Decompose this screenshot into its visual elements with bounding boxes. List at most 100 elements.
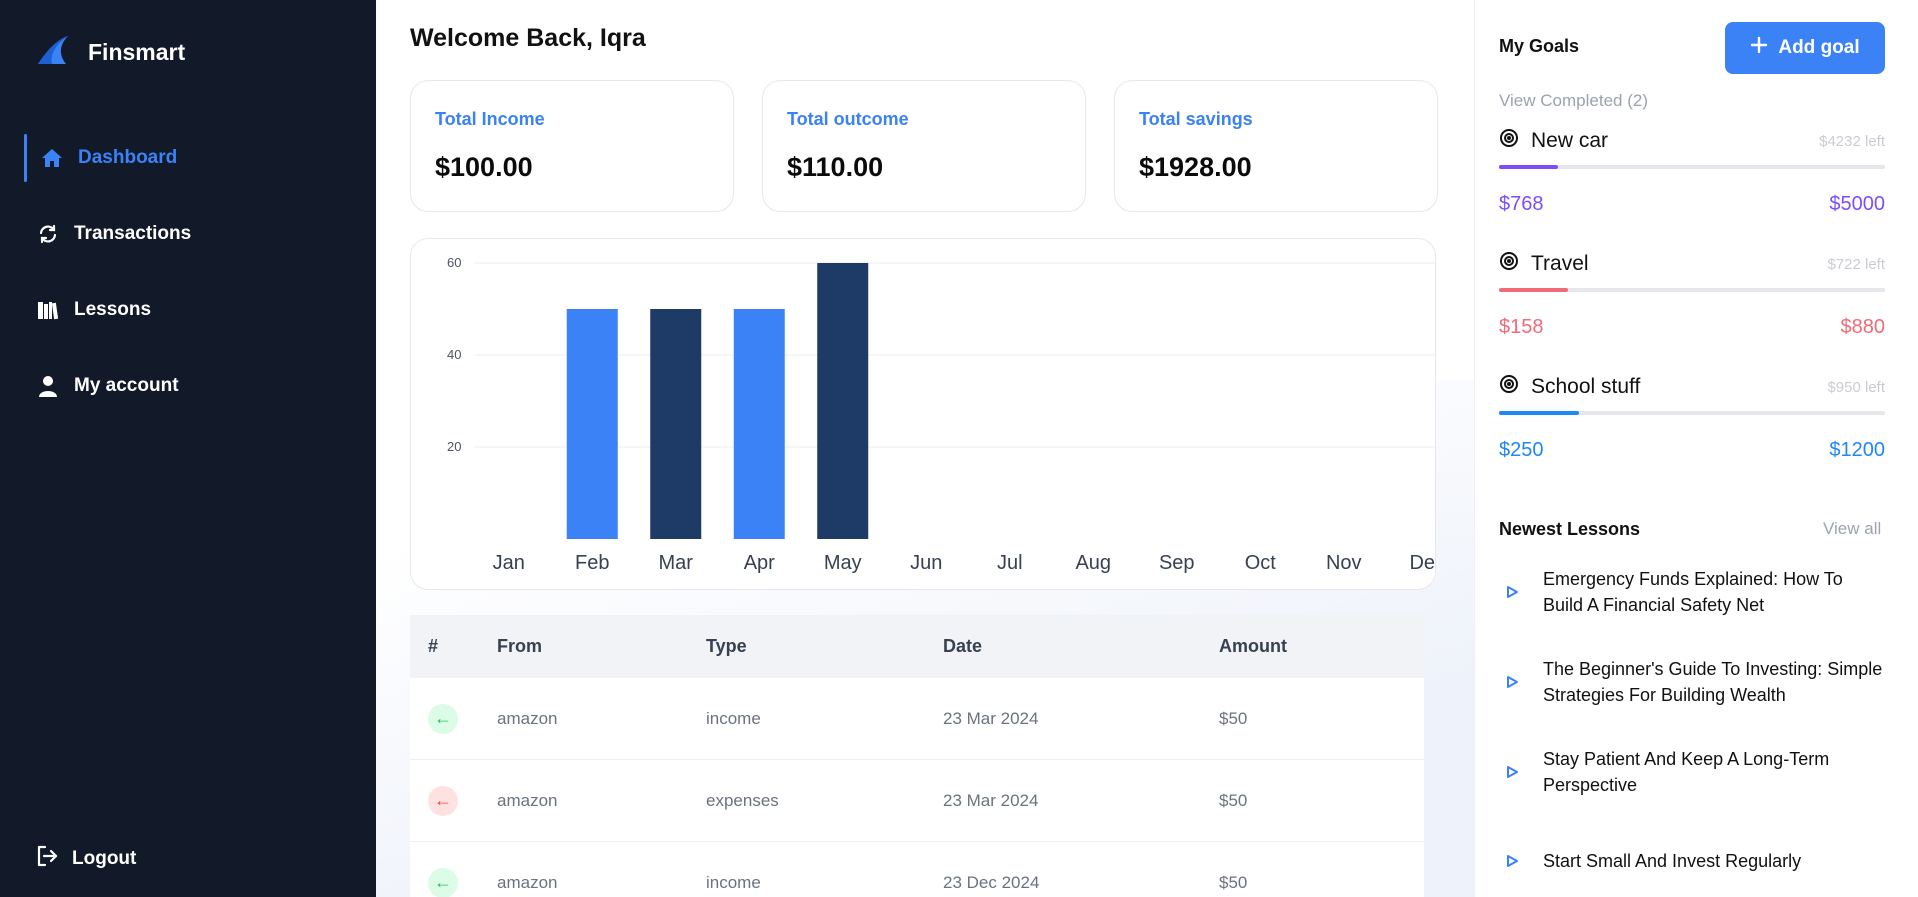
lessons-title: Newest Lessons <box>1499 519 1641 539</box>
chart-bar[interactable] <box>733 309 785 539</box>
sidebar-item-label: Transactions <box>74 223 192 244</box>
y-tick-label: 20 <box>447 439 461 454</box>
goal-progress-fill <box>1499 411 1580 415</box>
lesson-title: Stay Patient And Keep A Long-Term Perspe… <box>1543 749 1830 795</box>
cell-amount: $50 <box>1219 708 1248 728</box>
fin-logo-icon <box>36 34 70 71</box>
goal-current: $250 <box>1499 439 1544 461</box>
cell-from: amazon <box>497 872 558 892</box>
goal-target: $880 <box>1840 316 1886 338</box>
arrow-left-icon: ← <box>428 867 458 897</box>
sidebar-item-lessons[interactable]: Lessons <box>0 286 376 334</box>
table-row[interactable]: ← amazon expenses 23 Mar 2024 $50 <box>410 760 1424 842</box>
target-icon <box>1499 128 1519 154</box>
cell-date: 23 Mar 2024 <box>943 790 1039 810</box>
logout-icon <box>36 845 58 873</box>
goal-name: Travel <box>1531 252 1589 275</box>
total-income-card: Total Income $100.00 <box>410 80 734 212</box>
goal-travel[interactable]: Travel $722 left $158 $880 <box>1499 250 1885 339</box>
cell-type: income <box>706 872 761 892</box>
summary-cards: Total Income $100.00 Total outcome $110.… <box>410 80 1438 212</box>
header-type: Type <box>706 636 747 656</box>
add-goal-button[interactable]: Add goal <box>1725 22 1885 74</box>
x-tick-label: Nov <box>1326 552 1362 574</box>
sidebar-item-label: Dashboard <box>78 147 178 168</box>
view-completed-link[interactable]: View Completed (2) <box>1499 91 1648 111</box>
sidebar-nav: Dashboard Transactions Lessons My accoun… <box>0 134 376 438</box>
x-tick-label: Apr <box>744 552 775 574</box>
chart-bar[interactable] <box>566 309 618 539</box>
table-row[interactable]: ← amazon income 23 Mar 2024 $50 <box>410 678 1424 760</box>
user-icon <box>36 374 60 398</box>
monthly-chart: 20 40 60 Jan Feb Mar Apr May Jun Jul Aug Sep Oct Nov D… <box>410 238 1436 590</box>
add-goal-label: Add goal <box>1778 37 1860 58</box>
goal-progress-fill <box>1499 288 1569 292</box>
cell-from: amazon <box>497 708 558 728</box>
table-row[interactable]: ← amazon income 23 Dec 2024 $50 <box>410 842 1424 897</box>
card-value: $1928.00 <box>1139 152 1252 182</box>
logout-label: Logout <box>72 848 137 869</box>
goal-progress-bar <box>1499 288 1885 292</box>
goal-target: $1200 <box>1829 439 1885 461</box>
goal-remaining: $4232 left <box>1819 132 1885 150</box>
x-tick-label: Jul <box>997 552 1023 574</box>
logout-button[interactable]: Logout <box>36 845 136 873</box>
play-icon <box>1499 585 1533 599</box>
view-all-link[interactable]: View all <box>1823 519 1881 539</box>
card-value: $100.00 <box>435 152 533 182</box>
goal-name: New car <box>1531 129 1609 152</box>
x-tick-label: May <box>824 552 862 574</box>
lesson-item[interactable]: The Beginner's Guide To Investing: Simpl… <box>1499 656 1899 708</box>
cell-amount: $50 <box>1219 790 1248 810</box>
transactions-table: # From Type Date Amount ← amazon income … <box>410 615 1424 897</box>
brand[interactable]: Finsmart <box>36 34 185 71</box>
x-tick-label: Jan <box>493 552 525 574</box>
sidebar-item-transactions[interactable]: Transactions <box>0 210 376 258</box>
play-icon <box>1499 854 1533 868</box>
goal-school-stuff[interactable]: School stuff $950 left $250 $1200 <box>1499 373 1885 462</box>
x-tick-label: Oct <box>1245 552 1277 574</box>
lesson-title: Emergency Funds Explained: How To Build … <box>1543 569 1843 615</box>
lesson-item[interactable]: Emergency Funds Explained: How To Build … <box>1499 566 1899 618</box>
lesson-item[interactable]: Start Small And Invest Regularly <box>1499 848 1899 874</box>
goal-remaining: $950 left <box>1827 378 1885 396</box>
table-header: # From Type Date Amount <box>410 615 1424 678</box>
sidebar-item-my-account[interactable]: My account <box>0 362 376 410</box>
header-index: # <box>428 636 439 656</box>
header-date: Date <box>943 636 983 656</box>
x-tick-label: Mar <box>659 552 694 574</box>
goal-current: $158 <box>1499 316 1544 338</box>
sidebar: Finsmart Dashboard Transactions Lessons … <box>0 0 376 897</box>
home-icon <box>40 146 64 170</box>
x-tick-label: Sep <box>1159 552 1195 574</box>
goal-target: $5000 <box>1829 193 1885 215</box>
cell-from: amazon <box>497 790 558 810</box>
goal-progress-bar <box>1499 165 1885 169</box>
goal-new-car[interactable]: New car $4232 left $768 $5000 <box>1499 127 1885 216</box>
sidebar-item-label: My account <box>74 375 179 396</box>
welcome-heading: Welcome Back, Iqra <box>410 24 646 52</box>
goal-remaining: $722 left <box>1827 255 1885 273</box>
cell-amount: $50 <box>1219 872 1248 892</box>
y-tick-label: 40 <box>447 347 461 362</box>
x-tick-label: Jun <box>910 552 942 574</box>
chart-bar[interactable] <box>650 309 702 539</box>
goal-progress-fill <box>1499 165 1559 169</box>
books-icon <box>36 298 60 322</box>
lesson-item[interactable]: Stay Patient And Keep A Long-Term Perspe… <box>1499 746 1899 798</box>
goal-current: $768 <box>1499 193 1544 215</box>
target-icon <box>1499 251 1519 277</box>
refresh-icon <box>36 222 60 246</box>
goals-title: My Goals <box>1499 36 1580 56</box>
lesson-title: The Beginner's Guide To Investing: Simpl… <box>1543 659 1883 705</box>
arrow-left-icon: ← <box>428 785 458 816</box>
y-tick-label: 60 <box>447 255 461 270</box>
total-savings-card: Total savings $1928.00 <box>1114 80 1438 212</box>
total-outcome-card: Total outcome $110.00 <box>762 80 1086 212</box>
right-panel: My Goals Add goal View Completed (2) New… <box>1474 0 1918 897</box>
card-value: $110.00 <box>787 152 884 182</box>
x-tick-label: Feb <box>575 552 609 574</box>
sidebar-item-dashboard[interactable]: Dashboard <box>0 134 376 182</box>
chart-bar[interactable] <box>817 263 869 539</box>
card-label: Total savings <box>1139 109 1253 129</box>
